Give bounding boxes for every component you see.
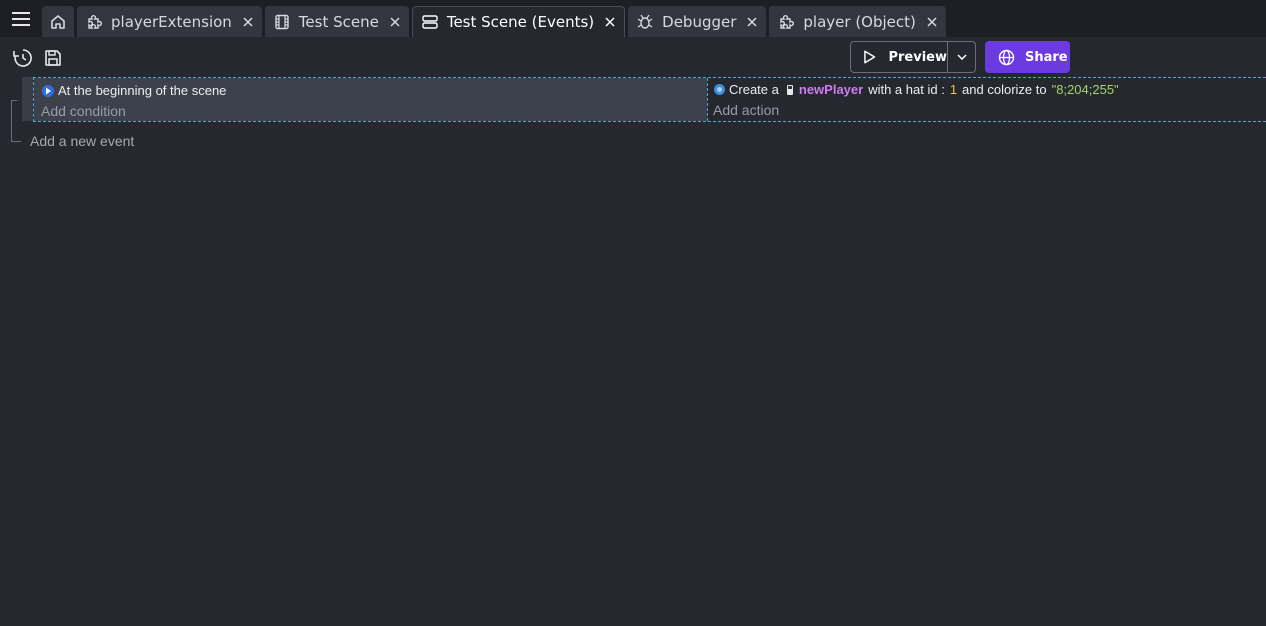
event-row[interactable]: At the beginning of the scene Add condit… bbox=[33, 77, 1266, 122]
actions-column[interactable]: Create a newPlayer with a hat id : 1 and… bbox=[707, 78, 1266, 121]
add-action-link[interactable]: Add action bbox=[713, 102, 779, 118]
events-sheet: At the beginning of the scene Add condit… bbox=[0, 77, 1266, 626]
add-condition-link[interactable]: Add condition bbox=[41, 103, 126, 119]
history-icon bbox=[13, 49, 32, 67]
tab-player-object[interactable]: player (Object) bbox=[769, 6, 946, 37]
puzzle-icon bbox=[777, 13, 795, 31]
object-name[interactable]: newPlayer bbox=[799, 82, 863, 97]
tab-bar: playerExtension Test Scene Test Scene (E… bbox=[0, 0, 1266, 37]
tab-label: player (Object) bbox=[803, 12, 916, 31]
action-suffix: and colorize to bbox=[962, 82, 1047, 97]
event-drag-handle[interactable] bbox=[22, 77, 33, 121]
save-icon bbox=[45, 50, 61, 66]
share-button[interactable]: Share bbox=[985, 41, 1070, 73]
history-button[interactable] bbox=[12, 47, 34, 69]
film-icon bbox=[273, 13, 291, 31]
share-label: Share bbox=[1025, 49, 1068, 65]
puzzle-icon bbox=[85, 13, 103, 31]
tab-label: playerExtension bbox=[111, 12, 232, 31]
action-prefix: Create a bbox=[729, 82, 779, 97]
tree-connector bbox=[11, 100, 17, 101]
close-icon[interactable] bbox=[242, 16, 254, 28]
hat-id-param[interactable]: 1 bbox=[950, 82, 957, 97]
conditions-column[interactable]: At the beginning of the scene Add condit… bbox=[34, 78, 707, 121]
home-icon bbox=[51, 14, 65, 29]
color-param[interactable]: "8;204;255" bbox=[1052, 82, 1119, 97]
globe-icon bbox=[998, 49, 1015, 65]
play-icon bbox=[864, 50, 876, 64]
events-list-icon bbox=[421, 13, 439, 31]
tab-test-scene-events[interactable]: Test Scene (Events) bbox=[411, 6, 626, 37]
tab-playerextension[interactable]: playerExtension bbox=[77, 6, 262, 37]
preview-options-button[interactable] bbox=[947, 41, 976, 73]
gear-icon bbox=[714, 84, 725, 95]
object-thumbnail-icon bbox=[786, 84, 793, 95]
condition-text: At the beginning of the scene bbox=[58, 83, 227, 98]
save-button[interactable] bbox=[42, 47, 64, 69]
tree-connector bbox=[11, 100, 12, 142]
tab-test-scene[interactable]: Test Scene bbox=[264, 6, 409, 37]
scene-start-icon bbox=[42, 84, 54, 97]
close-icon[interactable] bbox=[746, 16, 758, 28]
close-icon[interactable] bbox=[389, 16, 401, 28]
tab-home[interactable] bbox=[42, 6, 74, 37]
action-item[interactable]: Create a newPlayer with a hat id : 1 and… bbox=[713, 82, 1119, 97]
tab-label: Test Scene (Events) bbox=[446, 13, 595, 31]
preview-label: Preview bbox=[888, 49, 947, 65]
preview-button[interactable]: Preview bbox=[850, 41, 948, 73]
close-icon[interactable] bbox=[604, 16, 616, 28]
add-event-link[interactable]: Add a new event bbox=[30, 133, 134, 149]
toolbar: Preview Share bbox=[0, 37, 1266, 77]
tab-label: Test Scene bbox=[298, 12, 379, 31]
hamburger-menu-button[interactable] bbox=[0, 0, 42, 37]
bug-icon bbox=[636, 13, 654, 31]
condition-item[interactable]: At the beginning of the scene bbox=[41, 83, 226, 98]
tab-label: Debugger bbox=[662, 12, 737, 31]
chevron-down-icon bbox=[956, 54, 967, 60]
action-mid: with a hat id : bbox=[868, 82, 945, 97]
tree-connector bbox=[11, 141, 21, 142]
close-icon[interactable] bbox=[926, 16, 938, 28]
tab-debugger[interactable]: Debugger bbox=[628, 6, 767, 37]
hamburger-icon bbox=[12, 11, 30, 26]
